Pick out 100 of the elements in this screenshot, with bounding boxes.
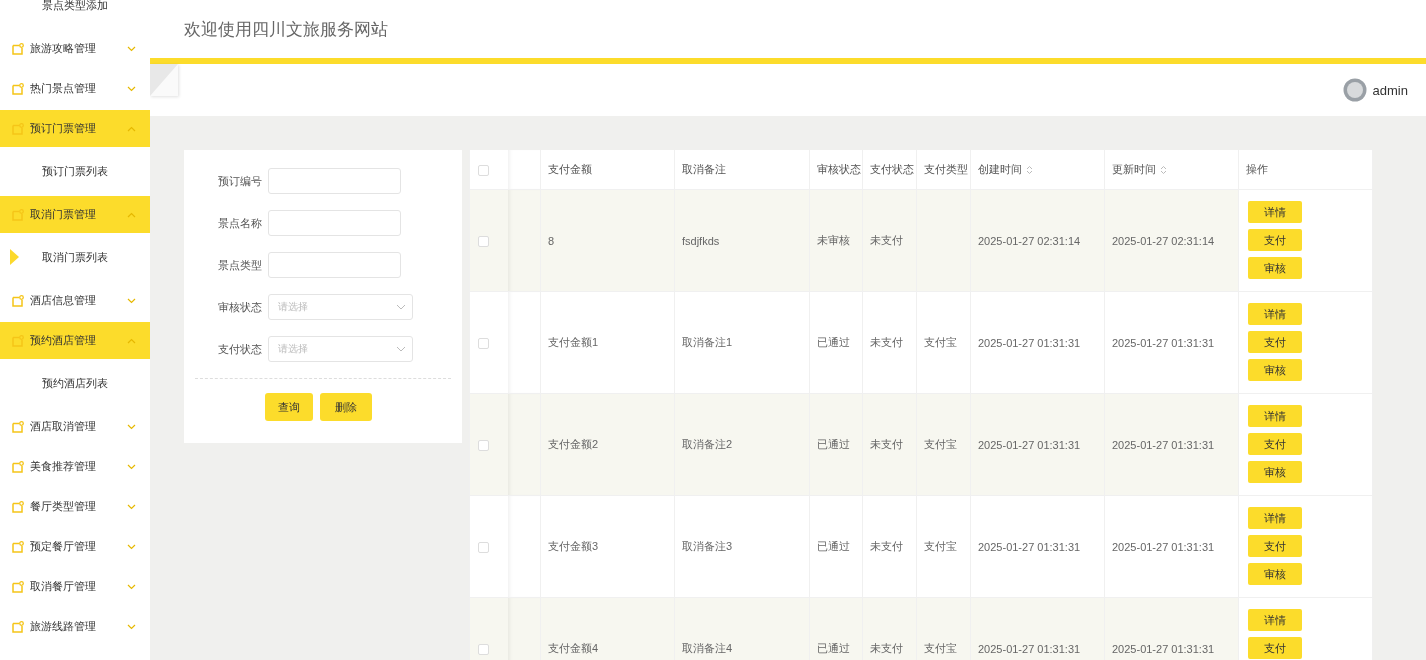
review-button[interactable]: 审核 [1248, 359, 1302, 381]
site-title: 欢迎使用四川文旅服务网站 [184, 18, 388, 41]
checkbox[interactable] [478, 439, 489, 451]
table-cell: 取消备注1 [682, 336, 733, 348]
pay-button[interactable]: 支付 [1248, 331, 1302, 353]
details-button[interactable]: 详情 [1248, 201, 1302, 223]
review-button[interactable]: 审核 [1248, 461, 1302, 483]
field-label: 审核状态 [217, 299, 262, 315]
table-cell: 未支付 [870, 336, 903, 348]
details-button[interactable]: 详情 [1248, 303, 1302, 325]
chevron-down-icon [127, 543, 136, 550]
note-icon [12, 42, 24, 55]
sidebar-group[interactable]: 旅游攻略管理 [0, 30, 150, 67]
table-cell: 未支付 [870, 642, 903, 654]
sidebar-subitem[interactable]: 预订门票列表 [0, 150, 150, 193]
sidebar-group[interactable]: 餐厅类型管理 [0, 488, 150, 525]
table-cell: 支付金额1 [548, 336, 599, 348]
sidebar-subitem[interactable]: 取消门票列表 [0, 236, 150, 279]
checkbox[interactable] [478, 541, 489, 553]
sidebar-group[interactable]: 酒店信息管理 [0, 282, 150, 319]
sidebar-group[interactable]: 旅游线路管理 [0, 608, 150, 645]
table-cell: 已通过 [817, 336, 850, 348]
review-button[interactable]: 审核 [1248, 257, 1302, 279]
table-cell: 2025-01-27 01:31:31 [978, 642, 1081, 655]
table-cell: 支付宝 [924, 438, 957, 450]
pay-button[interactable]: 支付 [1248, 637, 1302, 659]
details-button[interactable]: 详情 [1248, 507, 1302, 529]
table-cell: 取消备注4 [682, 642, 733, 654]
table-cell: 取消备注3 [682, 540, 733, 552]
sidebar-group[interactable]: 预约酒店管理 [0, 322, 150, 359]
input-field[interactable] [268, 252, 401, 278]
column-header[interactable]: 更新时间 [1112, 163, 1167, 175]
sort-icon [1160, 165, 1167, 176]
details-button[interactable]: 详情 [1248, 609, 1302, 631]
checkbox[interactable] [478, 643, 489, 655]
pay-button[interactable]: 支付 [1248, 535, 1302, 557]
column-header[interactable]: 创建时间 [978, 163, 1033, 175]
table-cell: 未支付 [870, 438, 903, 450]
username: admin [1372, 82, 1408, 98]
table-cell: 2025-01-27 01:31:31 [1112, 438, 1215, 451]
column-header[interactable]: 取消备注 [682, 163, 726, 175]
avatar-icon [1342, 78, 1367, 102]
table-cell: 支付金额3 [548, 540, 599, 552]
triangle-icon [10, 249, 19, 265]
sidebar-group[interactable]: 热门景点管理 [0, 70, 150, 107]
chevron-down-icon [127, 85, 136, 92]
note-icon [12, 82, 24, 95]
input-field[interactable] [268, 168, 401, 194]
sidebar-group[interactable]: 预定餐厅管理 [0, 528, 150, 565]
column-header[interactable]: 支付金额 [548, 163, 592, 175]
chevron-down-icon [127, 583, 136, 590]
sidebar-subitem[interactable]: 景点类型添加 [0, 0, 150, 27]
note-icon [12, 460, 24, 473]
review-button[interactable]: 审核 [1248, 563, 1302, 585]
table-cell: 支付金额2 [548, 438, 599, 450]
note-icon [12, 540, 24, 553]
chevron-down-icon [127, 623, 136, 630]
table-cell: 2025-01-27 01:31:31 [1112, 540, 1215, 553]
chevron-up-icon [127, 211, 136, 218]
chevron-down-icon [396, 304, 406, 310]
checkbox[interactable] [478, 164, 489, 176]
sidebar-group[interactable]: 取消餐厅管理 [0, 568, 150, 605]
note-icon [12, 294, 24, 307]
chevron-up-icon [127, 337, 136, 344]
table-cell: 2025-01-27 02:31:14 [978, 234, 1081, 247]
table-cell: 支付金额4 [548, 642, 599, 654]
table-cell: 取消备注2 [682, 438, 733, 450]
table-cell: 2025-01-27 01:31:31 [978, 438, 1081, 451]
table-cell: 未支付 [870, 540, 903, 552]
chevron-down-icon [127, 297, 136, 304]
note-icon [12, 620, 24, 633]
input-field[interactable] [268, 210, 401, 236]
table-cell: 已通过 [817, 642, 850, 654]
details-button[interactable]: 详情 [1248, 405, 1302, 427]
sidebar-group[interactable]: 美食推荐管理 [0, 448, 150, 485]
chevron-down-icon [127, 423, 136, 430]
table-cell: 支付宝 [924, 540, 957, 552]
column-header[interactable]: 操作 [1246, 163, 1268, 175]
table-cell: 2025-01-27 02:31:14 [1112, 234, 1215, 247]
chevron-down-icon [396, 346, 406, 352]
sidebar-group[interactable]: 预订门票管理 [0, 110, 150, 147]
table-cell: 8 [548, 234, 555, 247]
sidebar-group[interactable]: 酒店取消管理 [0, 408, 150, 445]
sidebar-subitem[interactable]: 预约酒店列表 [0, 362, 150, 405]
checkbox[interactable] [478, 235, 489, 247]
pay-button[interactable]: 支付 [1248, 229, 1302, 251]
chevron-down-icon [127, 45, 136, 52]
delete-button[interactable]: 删除 [319, 393, 372, 421]
table-cell: 2025-01-27 01:31:31 [1112, 642, 1215, 655]
pay-button[interactable]: 支付 [1248, 433, 1302, 455]
table-cell: 已通过 [817, 438, 850, 450]
note-icon [12, 420, 24, 433]
table-cell: fsdjfkds [682, 234, 720, 247]
note-icon [12, 500, 24, 513]
checkbox[interactable] [478, 337, 489, 349]
table-cell: 未审核 [817, 234, 850, 246]
search-button[interactable]: 查询 [264, 393, 313, 421]
table-cell: 2025-01-27 01:31:31 [978, 336, 1081, 349]
field-label: 支付状态 [217, 341, 262, 357]
sidebar-group[interactable]: 取消门票管理 [0, 196, 150, 233]
